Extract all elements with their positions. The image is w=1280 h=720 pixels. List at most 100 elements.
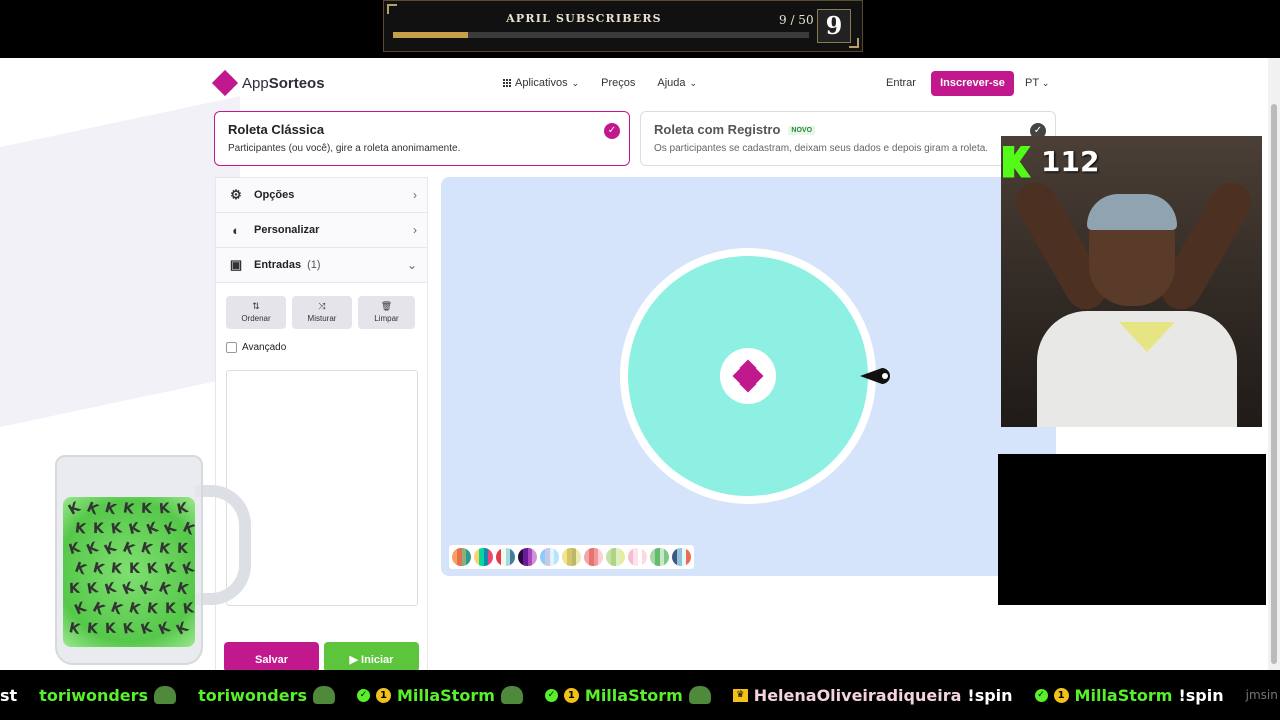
subscriber-goal-widget: APRIL SUBSCRIBERS 9 / 50 9 bbox=[383, 0, 863, 52]
k-token-icon: K bbox=[157, 540, 172, 558]
k-token-icon: K bbox=[127, 599, 142, 619]
sort-icon: ⇅ bbox=[252, 301, 260, 311]
logo-icon bbox=[211, 69, 239, 97]
mode-title: Roleta Clássica bbox=[228, 122, 325, 137]
palette-swatch[interactable] bbox=[672, 548, 691, 566]
section-label: Personalizar bbox=[254, 224, 320, 236]
k-token-icon: K bbox=[156, 619, 173, 639]
k-token-icon: K bbox=[84, 539, 101, 559]
k-token-icon: K bbox=[91, 559, 106, 579]
chat-username: MillaStorm bbox=[396, 685, 495, 705]
frog-emote-icon bbox=[154, 686, 177, 704]
palette-swatch[interactable] bbox=[650, 548, 669, 566]
palette-swatch[interactable] bbox=[452, 548, 471, 566]
logo[interactable]: AppSorteos bbox=[211, 69, 325, 97]
k-token-icon: K bbox=[129, 561, 140, 577]
chat-message: ✓ 1 MillaStorm !spin bbox=[1034, 685, 1224, 705]
k-token-icon: K bbox=[67, 620, 82, 638]
chat-username: MillaStorm bbox=[1074, 685, 1173, 705]
main-nav: Aplicativos ⌄ Preços Ajuda ⌄ bbox=[503, 77, 697, 89]
chat-message: ✓ 1 MillaStorm bbox=[544, 685, 711, 705]
advanced-label: Avançado bbox=[242, 342, 287, 353]
k-token-icon: K bbox=[86, 620, 99, 638]
chevron-down-icon: ⌄ bbox=[689, 77, 698, 88]
k-token-icon: K bbox=[180, 519, 195, 539]
k-token-icon: K bbox=[137, 579, 156, 599]
sort-button[interactable]: ⇅ Ordenar bbox=[226, 296, 286, 329]
section-opcoes[interactable]: ⚙ Opções › bbox=[216, 178, 427, 213]
sub-goal-count: 9 / 50 bbox=[779, 13, 814, 27]
new-badge: NOVO bbox=[788, 126, 816, 136]
sub-goal-progress-fill bbox=[393, 32, 468, 38]
roulette-wheel[interactable] bbox=[620, 248, 876, 504]
language-selector[interactable]: PT ⌄ bbox=[1025, 77, 1049, 89]
palette-swatch[interactable] bbox=[474, 548, 493, 566]
mug-overlay: KKKKKKKKKKKKKKKKKKKKKKKKKKKKKKKKKKKKKKKK… bbox=[55, 455, 255, 667]
verified-badge-icon: ✓ bbox=[544, 688, 558, 702]
scrollbar-thumb[interactable] bbox=[1271, 104, 1277, 664]
k-token-icon: K bbox=[110, 560, 123, 578]
mode-title: Roleta com Registro NOVO bbox=[654, 122, 816, 137]
palette-swatch[interactable] bbox=[496, 548, 515, 566]
background-shape bbox=[0, 96, 240, 440]
entries-toolbar: ⇅ Ordenar ⤨ Misturar 🗑 Limpar bbox=[226, 296, 415, 329]
chat-message: toriwonders bbox=[198, 686, 335, 705]
verified-badge-icon: ✓ bbox=[356, 688, 370, 702]
coin-badge-icon: 1 bbox=[563, 687, 579, 703]
nav-label: Ajuda bbox=[657, 77, 686, 89]
k-token-icon: K bbox=[175, 579, 190, 599]
mode-description: Os participantes se cadastram, deixam se… bbox=[654, 143, 989, 154]
frog-emote-icon bbox=[688, 686, 711, 704]
k-token-icon: K bbox=[93, 521, 104, 537]
k-token-icon: K bbox=[165, 601, 176, 617]
palette-swatch[interactable] bbox=[628, 548, 647, 566]
section-entradas[interactable]: ▣ Entradas (1) ⌄ bbox=[216, 248, 427, 283]
k-token-icon: K bbox=[104, 620, 117, 638]
mode-card-classic[interactable]: Roleta Clássica Participantes (ou você),… bbox=[214, 111, 630, 166]
advanced-checkbox[interactable]: Avançado bbox=[226, 342, 286, 353]
palette-swatch[interactable] bbox=[540, 548, 559, 566]
nav-aplicativos[interactable]: Aplicativos ⌄ bbox=[503, 77, 579, 89]
palette-swatch[interactable] bbox=[584, 548, 603, 566]
crown-badge-icon: ♛ bbox=[732, 688, 748, 702]
k-token-icon: K bbox=[120, 579, 137, 599]
chat-command: !spin bbox=[1178, 685, 1224, 705]
checkbox[interactable] bbox=[226, 342, 237, 353]
nav-precos[interactable]: Preços bbox=[601, 77, 635, 89]
palette-swatch[interactable] bbox=[562, 548, 581, 566]
chevron-right-icon: › bbox=[413, 188, 417, 202]
k-token-icon: K bbox=[68, 580, 81, 598]
mode-card-registration[interactable]: Roleta com Registro NOVO Os participantes… bbox=[640, 111, 1056, 166]
webcam-feed bbox=[1001, 136, 1262, 427]
section-personalizar[interactable]: ◐ Personalizar › bbox=[216, 213, 427, 248]
k-token-icon: K bbox=[163, 559, 178, 579]
chat-username: MillaStorm bbox=[584, 685, 683, 705]
clear-button[interactable]: 🗑 Limpar bbox=[358, 296, 415, 329]
k-token-icon: K bbox=[161, 519, 179, 539]
overlay-placeholder bbox=[998, 454, 1266, 605]
nav-ajuda[interactable]: Ajuda ⌄ bbox=[657, 77, 697, 89]
chevron-down-icon: ⌄ bbox=[1041, 78, 1050, 88]
k-token-icon: K bbox=[175, 500, 190, 518]
signup-button[interactable]: Inscrever-se bbox=[931, 71, 1014, 96]
chat-username: HelenaOliveiradiqueira bbox=[753, 685, 962, 705]
frog-emote-icon bbox=[500, 686, 523, 704]
k-token-icon: K bbox=[121, 620, 136, 638]
wheel-hub-logo bbox=[720, 348, 776, 404]
palette-swatch[interactable] bbox=[606, 548, 625, 566]
mode-description: Participantes (ou você), gire a roleta a… bbox=[228, 143, 461, 154]
k-token-icon: K bbox=[101, 539, 120, 559]
k-token-icon: K bbox=[89, 599, 107, 619]
page-scrollbar[interactable] bbox=[1268, 58, 1280, 670]
login-link[interactable]: Entrar bbox=[886, 77, 916, 89]
shuffle-button[interactable]: ⤨ Misturar bbox=[292, 296, 352, 329]
chat-message: st bbox=[0, 686, 17, 705]
nav-label: Preços bbox=[601, 77, 636, 89]
k-token-icon: K bbox=[139, 619, 154, 639]
start-button[interactable]: ▶ Iniciar bbox=[324, 642, 419, 670]
k-token-icon: K bbox=[146, 560, 159, 578]
chat-username: toriwonders bbox=[198, 685, 307, 705]
wheel-pointer-icon bbox=[860, 368, 890, 384]
palette-swatch[interactable] bbox=[518, 548, 537, 566]
k-token-icon: K bbox=[72, 559, 89, 579]
